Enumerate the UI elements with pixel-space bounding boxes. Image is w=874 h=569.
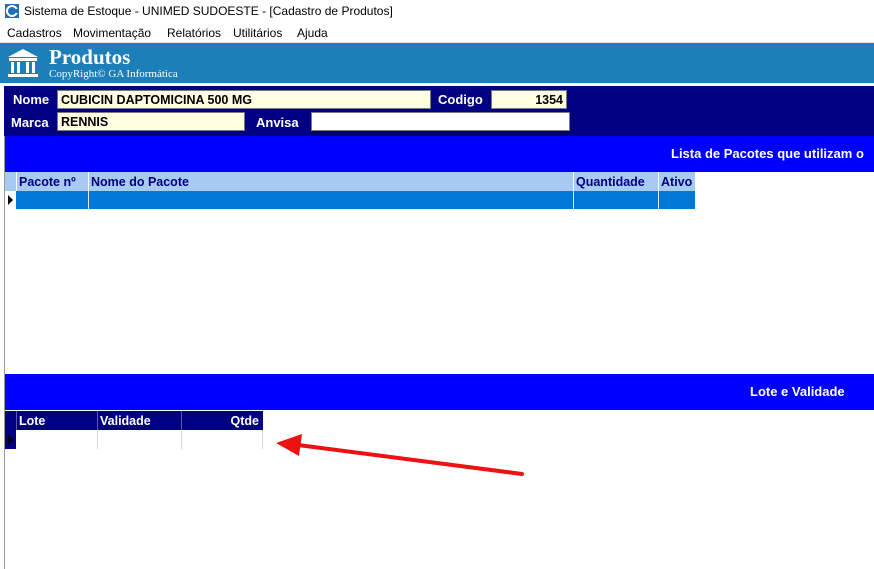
- annotation-arrow-icon: [276, 434, 524, 476]
